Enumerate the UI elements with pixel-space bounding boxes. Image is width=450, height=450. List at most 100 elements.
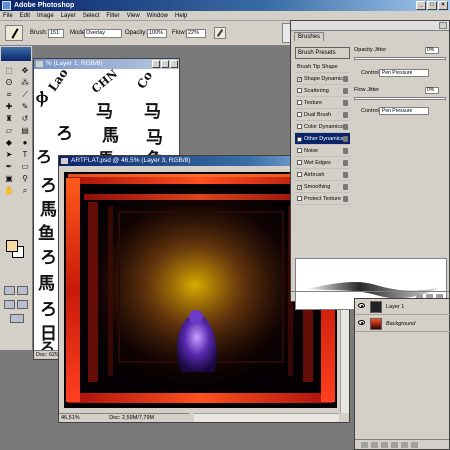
brush-option-protect-texture[interactable]: Protect Texture — [295, 193, 350, 205]
crop-tool-icon[interactable]: ⌗ — [2, 89, 16, 100]
layer-style-icon[interactable] — [361, 442, 368, 448]
checkbox-icon[interactable]: ✓ — [297, 185, 302, 191]
new-layer-icon[interactable] — [401, 442, 408, 448]
eye-icon[interactable] — [358, 320, 365, 325]
opacity-control-select[interactable]: Pen Pressure — [379, 69, 429, 77]
checkbox-icon[interactable]: ✓ — [297, 77, 302, 83]
lasso-tool-icon[interactable]: ʘ — [2, 77, 16, 88]
zoom-tool-icon[interactable]: ⌕ — [18, 185, 32, 196]
lock-icon[interactable] — [343, 184, 348, 190]
horizontal-scrollbar[interactable] — [194, 413, 339, 422]
menu-file[interactable]: File — [3, 11, 13, 20]
lock-icon[interactable] — [343, 76, 348, 82]
eraser-tool-icon[interactable]: ▱ — [2, 125, 16, 136]
eyedropper-tool-icon[interactable]: ⚲ — [18, 173, 32, 184]
checkbox-icon[interactable]: ✓ — [297, 137, 302, 143]
jump-to-imageready-button[interactable] — [10, 314, 24, 323]
move-tool-icon[interactable]: ✥ — [18, 65, 32, 76]
palette-titlebar[interactable] — [291, 21, 449, 31]
magic-wand-tool-icon[interactable]: ⁂ — [18, 77, 32, 88]
tool-preset-picker[interactable] — [5, 25, 23, 41]
path-selection-tool-icon[interactable]: ➤ — [2, 149, 16, 160]
checkbox-icon[interactable] — [297, 88, 302, 93]
menu-help[interactable]: Help — [175, 11, 187, 20]
notes-tool-icon[interactable]: ▣ — [2, 173, 16, 184]
brush-size-picker[interactable]: 151 — [48, 29, 64, 38]
document-titlebar[interactable]: % (Layer 1, RGB/8) — [34, 59, 179, 69]
screen-mode-full-button[interactable] — [17, 300, 28, 309]
airbrush-icon[interactable] — [214, 27, 226, 39]
brush-option-dual-brush[interactable]: Dual Brush — [295, 109, 350, 121]
checkbox-icon[interactable] — [297, 112, 302, 117]
layer-row-layer-1[interactable]: Layer 1 — [355, 299, 450, 315]
lock-icon[interactable] — [343, 136, 348, 142]
flow-control-select[interactable]: Pen Pressure — [379, 107, 429, 115]
healing-brush-tool-icon[interactable]: ✚ — [2, 101, 16, 112]
brush-option-airbrush[interactable]: Airbrush — [295, 169, 350, 181]
palette-close-button[interactable] — [439, 22, 447, 29]
checkbox-icon[interactable] — [297, 160, 302, 165]
clone-stamp-tool-icon[interactable]: ♜ — [2, 113, 16, 124]
brush-option-other-dynamics[interactable]: ✓ Other Dynamics — [295, 133, 350, 145]
checkbox-icon[interactable] — [297, 172, 302, 177]
quick-mask-mode-button[interactable] — [17, 286, 28, 295]
lock-icon[interactable] — [343, 160, 348, 166]
menu-view[interactable]: View — [127, 11, 140, 20]
eye-icon[interactable] — [358, 303, 365, 308]
type-tool-icon[interactable]: T — [18, 149, 32, 160]
opacity-jitter-value[interactable]: 0% — [425, 47, 439, 54]
hand-tool-icon[interactable]: ✋ — [2, 185, 16, 196]
close-button[interactable]: × — [438, 1, 448, 10]
brush-option-shape-dynamics[interactable]: ✓ Shape Dynamics — [295, 73, 350, 85]
marquee-tool-icon[interactable]: ⬚ — [2, 65, 16, 76]
brush-option-wet-edges[interactable]: Wet Edges — [295, 157, 350, 169]
layer-mask-icon[interactable] — [371, 442, 378, 448]
foreground-color-swatch[interactable] — [6, 240, 18, 252]
document-maximize-button[interactable] — [161, 60, 169, 68]
menu-filter[interactable]: Filter — [106, 11, 119, 20]
screen-mode-standard-button[interactable] — [4, 300, 15, 309]
lock-icon[interactable] — [343, 172, 348, 178]
brush-option-noise[interactable]: Noise — [295, 145, 350, 157]
document-minimize-button[interactable] — [152, 60, 160, 68]
dodge-tool-icon[interactable]: ● — [18, 137, 32, 148]
menu-image[interactable]: Image — [37, 11, 54, 20]
document-close-button[interactable] — [170, 60, 178, 68]
adjustment-layer-icon[interactable] — [391, 442, 398, 448]
mode-select[interactable]: Overlay — [84, 29, 122, 38]
opacity-field[interactable]: 100% — [147, 29, 167, 38]
checkbox-icon[interactable] — [297, 196, 302, 201]
brush-option-color-dynamics[interactable]: Color Dynamics — [295, 121, 350, 133]
checkbox-icon[interactable] — [297, 124, 302, 129]
brush-option-scattering[interactable]: Scattering — [295, 85, 350, 97]
zoom-level[interactable]: 46,51% — [61, 415, 80, 421]
checkbox-icon[interactable] — [297, 100, 302, 105]
brush-option-texture[interactable]: Texture — [295, 97, 350, 109]
opacity-jitter-slider[interactable] — [354, 57, 446, 60]
standard-mode-button[interactable] — [4, 286, 15, 295]
menu-layer[interactable]: Layer — [61, 11, 76, 20]
lock-icon[interactable] — [343, 196, 348, 202]
lock-icon[interactable] — [343, 112, 348, 118]
flow-field[interactable]: 22% — [186, 29, 206, 38]
checkbox-icon[interactable] — [297, 148, 302, 153]
brush-tip-shape-item[interactable]: Brush Tip Shape — [295, 61, 350, 73]
pen-tool-icon[interactable]: ✒ — [2, 161, 16, 172]
lock-icon[interactable] — [343, 88, 348, 94]
maximize-button[interactable]: □ — [427, 1, 437, 10]
shape-tool-icon[interactable]: ▭ — [18, 161, 32, 172]
lock-icon[interactable] — [343, 100, 348, 106]
flow-jitter-slider[interactable] — [354, 97, 446, 100]
layer-set-icon[interactable] — [381, 442, 388, 448]
menu-window[interactable]: Window — [147, 11, 168, 20]
tab-brushes[interactable]: Brushes — [294, 32, 325, 41]
brush-option-smoothing[interactable]: ✓ Smoothing — [295, 181, 350, 193]
slice-tool-icon[interactable]: ⟋ — [18, 89, 32, 100]
lock-icon[interactable] — [343, 124, 348, 130]
menu-edit[interactable]: Edit — [20, 11, 30, 20]
blur-tool-icon[interactable]: ◆ — [2, 137, 16, 148]
lock-icon[interactable] — [343, 148, 348, 154]
trash-icon[interactable] — [411, 442, 418, 448]
minimize-button[interactable]: _ — [416, 1, 426, 10]
menu-select[interactable]: Select — [83, 11, 100, 20]
